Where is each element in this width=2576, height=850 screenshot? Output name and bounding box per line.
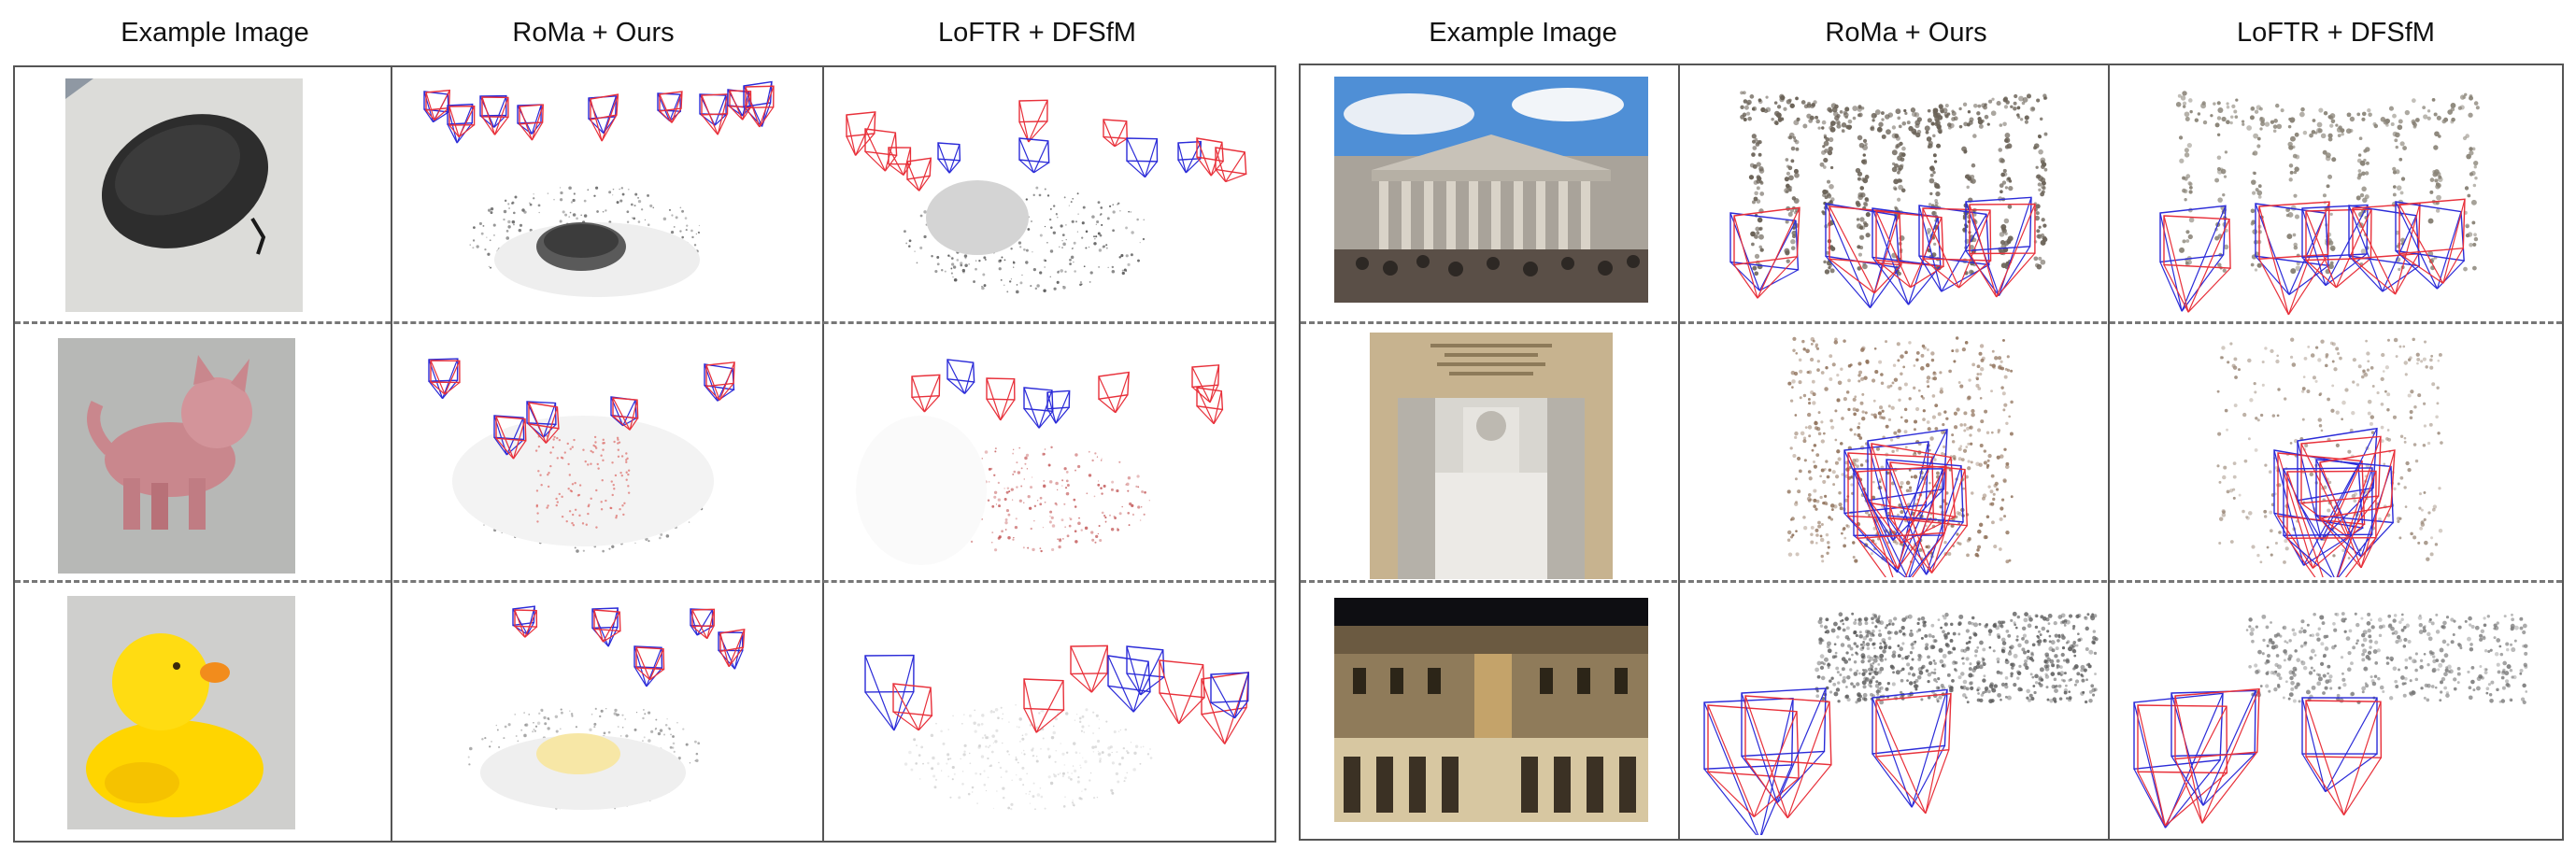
reconstruction-doges-palace-roma-ours — [1686, 590, 2104, 835]
camera-frustums — [2133, 687, 2383, 829]
camera-frustums — [2159, 198, 2466, 316]
camera-frustums — [1729, 196, 2036, 309]
point-cloud — [904, 704, 1153, 811]
point-cloud — [1786, 336, 2014, 564]
header-right-loftr-dfsfm: LoFTR + DFSfM — [2237, 18, 2435, 48]
reconstruction-lincoln-roma-ours — [1686, 329, 2104, 577]
header-right-roma-ours: RoMa + Ours — [1825, 18, 1987, 48]
reconstruction-duck-loftr-dfsfm — [828, 590, 1273, 835]
right-row-divider-2 — [1301, 580, 2562, 583]
point-cloud — [2245, 612, 2528, 705]
reconstruction-cat-loftr-dfsfm — [828, 332, 1273, 576]
camera-frustums — [423, 80, 775, 144]
left-comparison-panel — [13, 65, 1276, 843]
example-image-duck — [67, 596, 295, 829]
header-right-example-image: Example Image — [1429, 18, 1617, 48]
right-comparison-panel — [1299, 64, 2564, 841]
reconstruction-doges-palace-loftr-dfsfm — [2115, 590, 2558, 835]
camera-frustums — [846, 99, 1247, 191]
reconstruction-museum-loftr-dfsfm — [2115, 73, 2558, 318]
example-image-case — [65, 78, 303, 312]
reconstruction-case-loftr-dfsfm — [828, 73, 1273, 318]
right-row-divider-1 — [1301, 321, 2562, 324]
header-left-roma-ours: RoMa + Ours — [512, 18, 675, 48]
left-col-divider-2 — [822, 67, 824, 841]
left-row-divider-1 — [15, 321, 1274, 324]
left-row-divider-2 — [15, 580, 1274, 583]
camera-frustums — [1703, 687, 1952, 835]
reconstruction-museum-roma-ours — [1686, 73, 2104, 318]
point-cloud — [1815, 611, 2099, 705]
example-image-cat — [58, 338, 295, 574]
reconstruction-case-roma-ours — [396, 73, 818, 318]
reconstruction-duck-roma-ours — [396, 590, 818, 835]
example-image-museum — [1334, 77, 1648, 303]
header-left-loftr-dfsfm: LoFTR + DFSfM — [938, 18, 1136, 48]
header-left-example-image: Example Image — [121, 18, 309, 48]
camera-frustums — [911, 359, 1224, 429]
camera-frustums — [512, 605, 746, 687]
right-col-divider-2 — [2108, 65, 2110, 839]
example-image-lincoln — [1370, 333, 1613, 579]
left-col-divider-1 — [391, 67, 392, 841]
right-col-divider-1 — [1678, 65, 1680, 839]
example-image-doges-palace — [1334, 598, 1648, 822]
camera-frustums — [864, 645, 1249, 744]
reconstruction-cat-roma-ours — [396, 332, 818, 576]
reconstruction-lincoln-loftr-dfsfm — [2115, 329, 2558, 577]
